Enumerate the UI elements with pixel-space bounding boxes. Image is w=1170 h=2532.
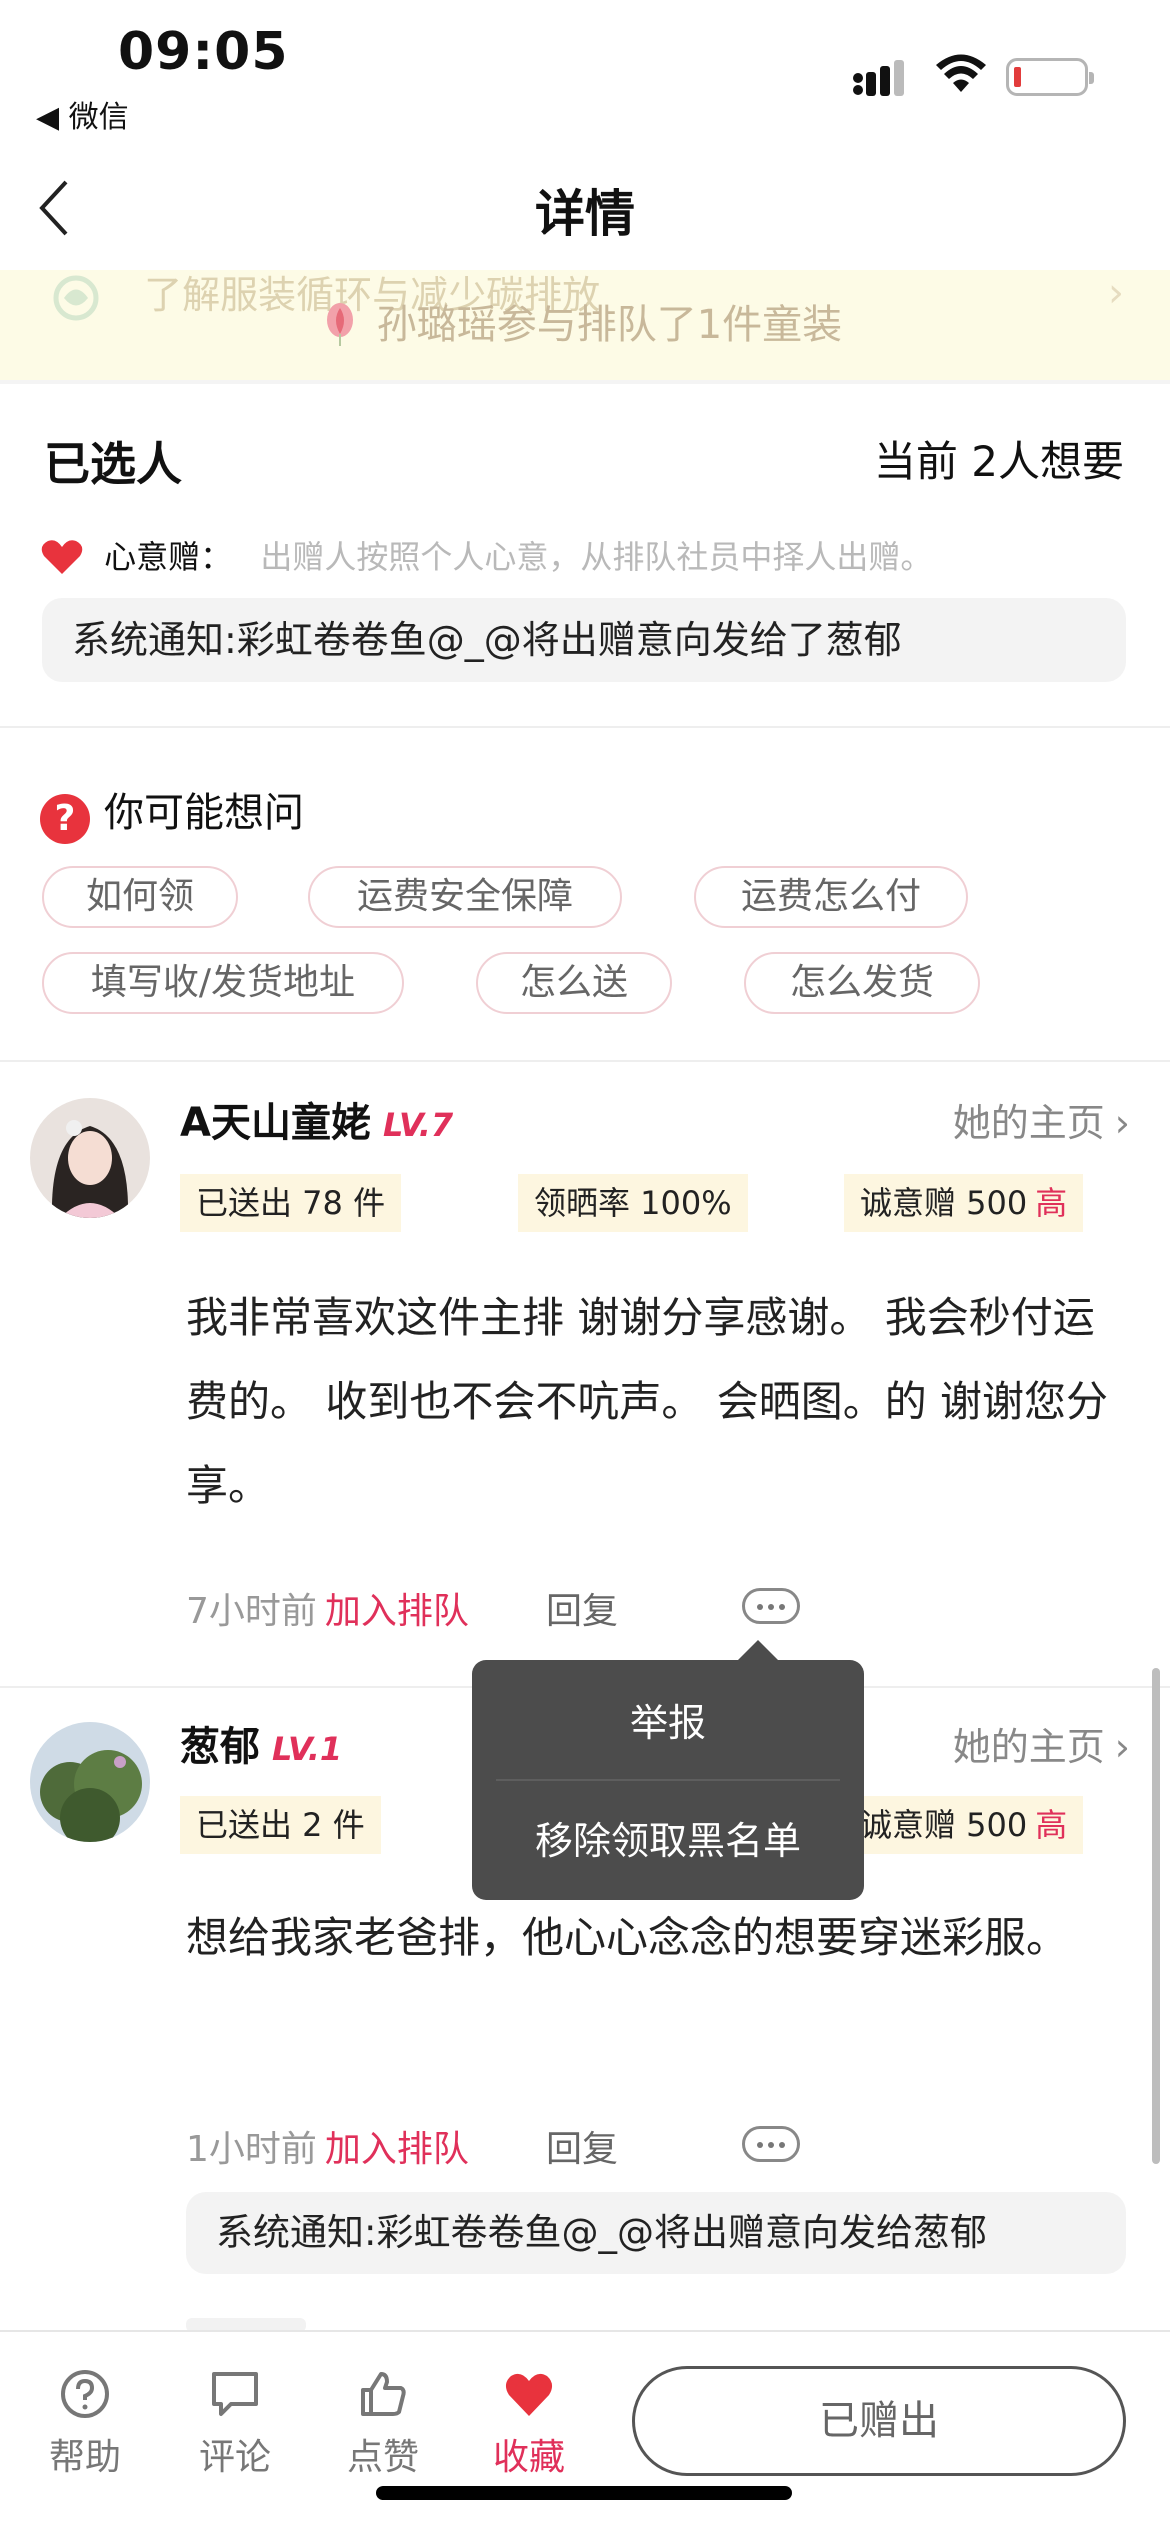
sincerity-value: 诚意赠 500 xyxy=(860,1184,1028,1222)
divider xyxy=(0,726,1170,728)
sent-count-tag: 已送出 78 件 xyxy=(180,1174,402,1232)
tab-like-label: 点赞 xyxy=(346,2437,419,2478)
gift-mode-desc: 出赠人按照个人心意，从排队社员中择人出赠。 xyxy=(260,538,933,576)
avatar-image xyxy=(30,1722,150,1842)
more-options-menu: 举报 移除领取黑名单 xyxy=(472,1640,864,1900)
remove-blacklist-menu-item[interactable]: 移除领取黑名单 xyxy=(472,1810,864,1865)
nav-bar: 详情 xyxy=(0,150,1170,268)
sincerity-value: 诚意赠 500 xyxy=(860,1806,1028,1844)
question-icon: ? xyxy=(40,794,90,844)
heart-filled-icon xyxy=(505,2373,553,2416)
tab-help[interactable]: 帮助 xyxy=(30,2368,140,2480)
tab-favorite[interactable]: 收藏 xyxy=(474,2368,584,2480)
page-title: 详情 xyxy=(535,185,635,243)
sincerity-tag: 诚意赠 500 高 xyxy=(844,1796,1084,1854)
high-badge: 高 xyxy=(1035,1806,1068,1844)
thumbs-up-icon xyxy=(361,2372,406,2416)
avatar[interactable] xyxy=(30,1098,150,1218)
rose-icon xyxy=(327,303,353,346)
faq-chip[interactable]: 怎么发货 xyxy=(744,952,980,1014)
heart-icon xyxy=(41,540,83,574)
scrollbar[interactable] xyxy=(1152,1668,1160,2164)
report-menu-item[interactable]: 举报 xyxy=(472,1692,864,1747)
chevron-right-icon: › xyxy=(1108,270,1124,316)
username-row: 葱郁 LV.1 xyxy=(180,1714,342,1772)
bottom-action-bar: 帮助 评论 点赞 收藏 已赠出 xyxy=(0,2330,1170,2532)
faq-chip[interactable]: 运费怎么付 xyxy=(694,866,968,928)
tab-help-label: 帮助 xyxy=(48,2437,121,2478)
tab-favorite-label: 收藏 xyxy=(492,2437,565,2478)
faq-title: 你可能想问 xyxy=(104,790,304,836)
username[interactable]: A天山童姥 xyxy=(180,1100,371,1146)
divider xyxy=(0,1060,1170,1062)
help-icon xyxy=(61,2370,109,2418)
reply-button[interactable]: 回复 xyxy=(546,1582,618,1634)
banner-main-row: 孙璐瑶参与排队了1件童装 xyxy=(320,292,842,350)
want-count: 当前 2人想要 xyxy=(873,437,1124,486)
more-options-icon[interactable] xyxy=(742,2126,800,2162)
tab-comment-label: 评论 xyxy=(198,2437,271,2478)
comment-icon xyxy=(212,2372,258,2416)
given-button[interactable]: 已赠出 xyxy=(632,2366,1126,2476)
tab-comment[interactable]: 评论 xyxy=(180,2368,290,2480)
faq-title-row: ? 你可能想问 xyxy=(40,780,304,844)
section-gap xyxy=(0,380,1170,384)
home-indicator xyxy=(376,2486,792,2500)
join-queue-link[interactable]: 加入排队 xyxy=(325,1591,469,1632)
cellular-signal-icon xyxy=(853,60,904,96)
wifi-icon xyxy=(936,54,986,92)
profile-link[interactable]: 她的主页 › xyxy=(953,1716,1130,1771)
selected-title: 已选人 xyxy=(44,437,182,491)
faq-chip[interactable]: 运费安全保障 xyxy=(308,866,622,928)
recycle-leaf-icon xyxy=(53,275,99,320)
profile-link[interactable]: 她的主页 › xyxy=(953,1092,1130,1147)
comment-text: 我非常喜欢这件主排 谢谢分享感谢。 我会秒付运费的。 收到也不会不吭声。 会晒图… xyxy=(186,1293,1109,1510)
status-bar: 09:05 ◀ 微信 xyxy=(0,0,1170,150)
menu-divider xyxy=(496,1779,840,1781)
comment-meta: 7小时前 加入排队 xyxy=(186,1582,469,1634)
username-row: A天山童姥 LV.7 xyxy=(180,1090,453,1148)
gift-mode-label: 心意赠： xyxy=(104,538,233,576)
profile-link-label: 她的主页 xyxy=(952,1101,1105,1145)
faq-chip[interactable]: 怎么送 xyxy=(476,952,672,1014)
comment-text: 想给我家老爸排，他心心念念的想要穿迷彩服。 xyxy=(186,1913,1069,1962)
status-time: 09:05 xyxy=(118,22,289,82)
faq-chip[interactable]: 如何领 xyxy=(42,866,238,928)
activity-banner[interactable]: 了解服装循环与减少碳排放 › 孙璐瑶参与排队了1件童装 xyxy=(0,270,1170,380)
system-notice: 系统通知:彩虹卷卷鱼@_@将出赠意向发给葱郁 xyxy=(186,2192,1126,2274)
level-badge: LV.7 xyxy=(382,1106,454,1144)
banner-main-text: 孙璐瑶参与排队了1件童装 xyxy=(376,302,843,348)
comment-meta: 1小时前 加入排队 xyxy=(186,2120,469,2172)
system-notice: 系统通知:彩虹卷卷鱼@_@将出赠意向发给了葱郁 xyxy=(42,598,1126,682)
high-badge: 高 xyxy=(1035,1184,1068,1222)
sincerity-tag: 诚意赠 500 高 xyxy=(844,1174,1084,1232)
avatar[interactable] xyxy=(30,1722,150,1842)
join-queue-link[interactable]: 加入排队 xyxy=(325,2129,469,2170)
username[interactable]: 葱郁 xyxy=(180,1724,260,1770)
comment-time: 1小时前 xyxy=(186,2129,317,2170)
comment-time: 7小时前 xyxy=(186,1591,317,1632)
avatar-image xyxy=(30,1098,150,1218)
faq-chip[interactable]: 填写收/发货地址 xyxy=(42,952,404,1014)
chevron-right-icon: › xyxy=(1114,1101,1130,1145)
level-badge: LV.1 xyxy=(272,1730,343,1768)
more-options-icon[interactable] xyxy=(742,1588,800,1624)
reply-button[interactable]: 回复 xyxy=(546,2120,618,2172)
share-rate-tag: 领晒率 100% xyxy=(518,1174,748,1232)
profile-link-label: 她的主页 xyxy=(952,1725,1105,1769)
tab-like[interactable]: 点赞 xyxy=(328,2368,438,2480)
back-to-wechat-link[interactable]: ◀ 微信 xyxy=(36,92,129,136)
gift-mode-row: 心意赠： 出赠人按照个人心意，从排队社员中择人出赠。 xyxy=(40,532,932,578)
sent-count-tag: 已送出 2 件 xyxy=(180,1796,381,1854)
battery-icon xyxy=(1006,58,1094,96)
chevron-right-icon: › xyxy=(1114,1725,1130,1769)
